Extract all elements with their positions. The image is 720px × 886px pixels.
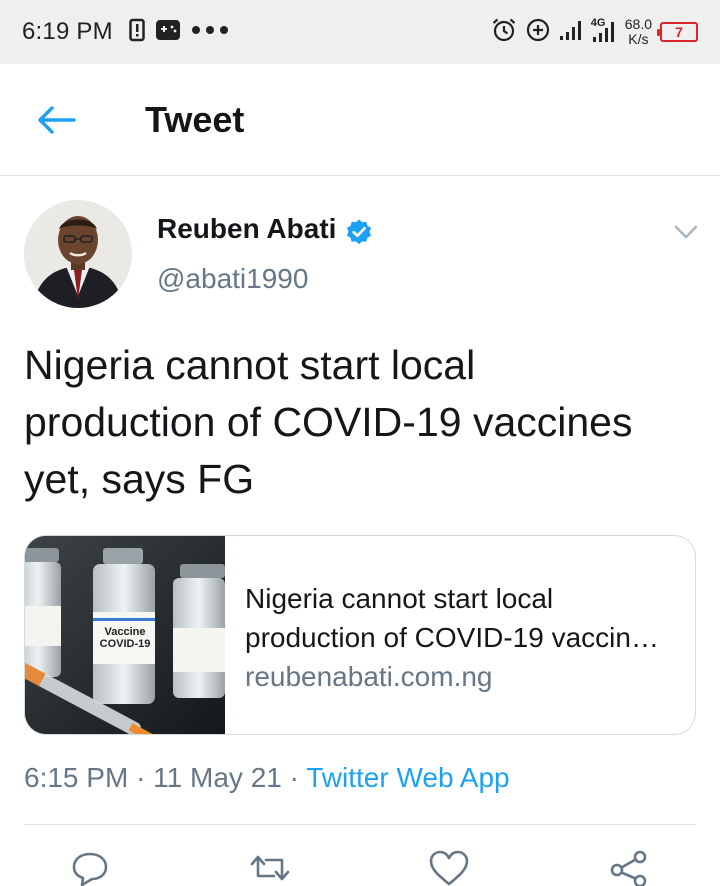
divider <box>24 824 696 825</box>
like-button[interactable] <box>427 850 471 886</box>
speed-unit: K/s <box>628 31 649 47</box>
tweet-text-line: Nigeria cannot start local <box>24 342 476 388</box>
share-icon <box>610 850 647 886</box>
card-title-line: Nigeria cannot start local <box>245 583 554 614</box>
battery-icon: 7 <box>657 22 698 42</box>
signal-icon <box>559 19 583 46</box>
share-button[interactable] <box>607 850 651 886</box>
separator: · <box>136 762 146 793</box>
signal-4g-icon: 4G <box>591 18 617 45</box>
vial-label: Vaccine COVID-19 <box>99 626 151 650</box>
status-bar: 6:19 PM 4G 68.0 K/s 7 <box>0 0 720 64</box>
separator: · <box>289 762 299 793</box>
more-dots-icon <box>191 23 231 41</box>
tweet-source-link[interactable]: Twitter Web App <box>306 762 509 793</box>
card-image: Vaccine COVID-19 <box>25 536 225 734</box>
alarm-icon <box>491 17 517 48</box>
back-arrow-icon <box>38 106 76 134</box>
app-bar: Tweet <box>0 64 720 176</box>
tweet-meta: 6:15 PM · 11 May 21 · Twitter Web App <box>24 762 510 794</box>
tweet-date: 11 May 21 <box>153 762 282 793</box>
data-saver-icon <box>525 17 551 48</box>
alert-icon <box>129 18 145 47</box>
back-button[interactable] <box>32 102 80 138</box>
speed-value: 68.0 <box>624 16 652 32</box>
reply-button[interactable] <box>68 850 112 886</box>
card-domain: reubenabati.com.ng <box>245 661 493 692</box>
gamepad-icon <box>155 18 181 47</box>
retweet-icon <box>250 855 290 881</box>
like-icon <box>429 850 469 886</box>
page-title: Tweet <box>145 99 245 140</box>
card-body: Nigeria cannot start local production of… <box>225 536 695 734</box>
author-name[interactable]: Reuben Abati <box>157 213 336 245</box>
reply-icon <box>72 852 108 886</box>
card-title: Nigeria cannot start local production of… <box>245 579 675 657</box>
status-time: 6:19 PM <box>22 18 113 45</box>
status-right-icons: 4G 68.0 K/s 7 <box>491 17 698 48</box>
tweet-text: Nigeria cannot start local production of… <box>24 337 704 508</box>
retweet-button[interactable] <box>248 850 292 886</box>
verified-badge-icon <box>347 219 371 245</box>
status-left-icons <box>129 18 231 47</box>
tweet-text-line: production of COVID-19 vaccines <box>24 399 633 445</box>
avatar[interactable] <box>24 200 132 308</box>
tweet-text-line: yet, says FG <box>24 456 255 502</box>
link-card[interactable]: Vaccine COVID-19 Nigeria cannot start lo… <box>24 535 696 735</box>
author-handle[interactable]: @abati1990 <box>157 263 308 295</box>
card-title-line: production of COVID-19 vaccin… <box>245 622 659 653</box>
network-speed: 68.0 K/s <box>625 17 652 47</box>
battery-level: 7 <box>675 24 683 40</box>
tweet-time: 6:15 PM <box>24 762 129 793</box>
chevron-down-icon[interactable] <box>672 220 700 244</box>
